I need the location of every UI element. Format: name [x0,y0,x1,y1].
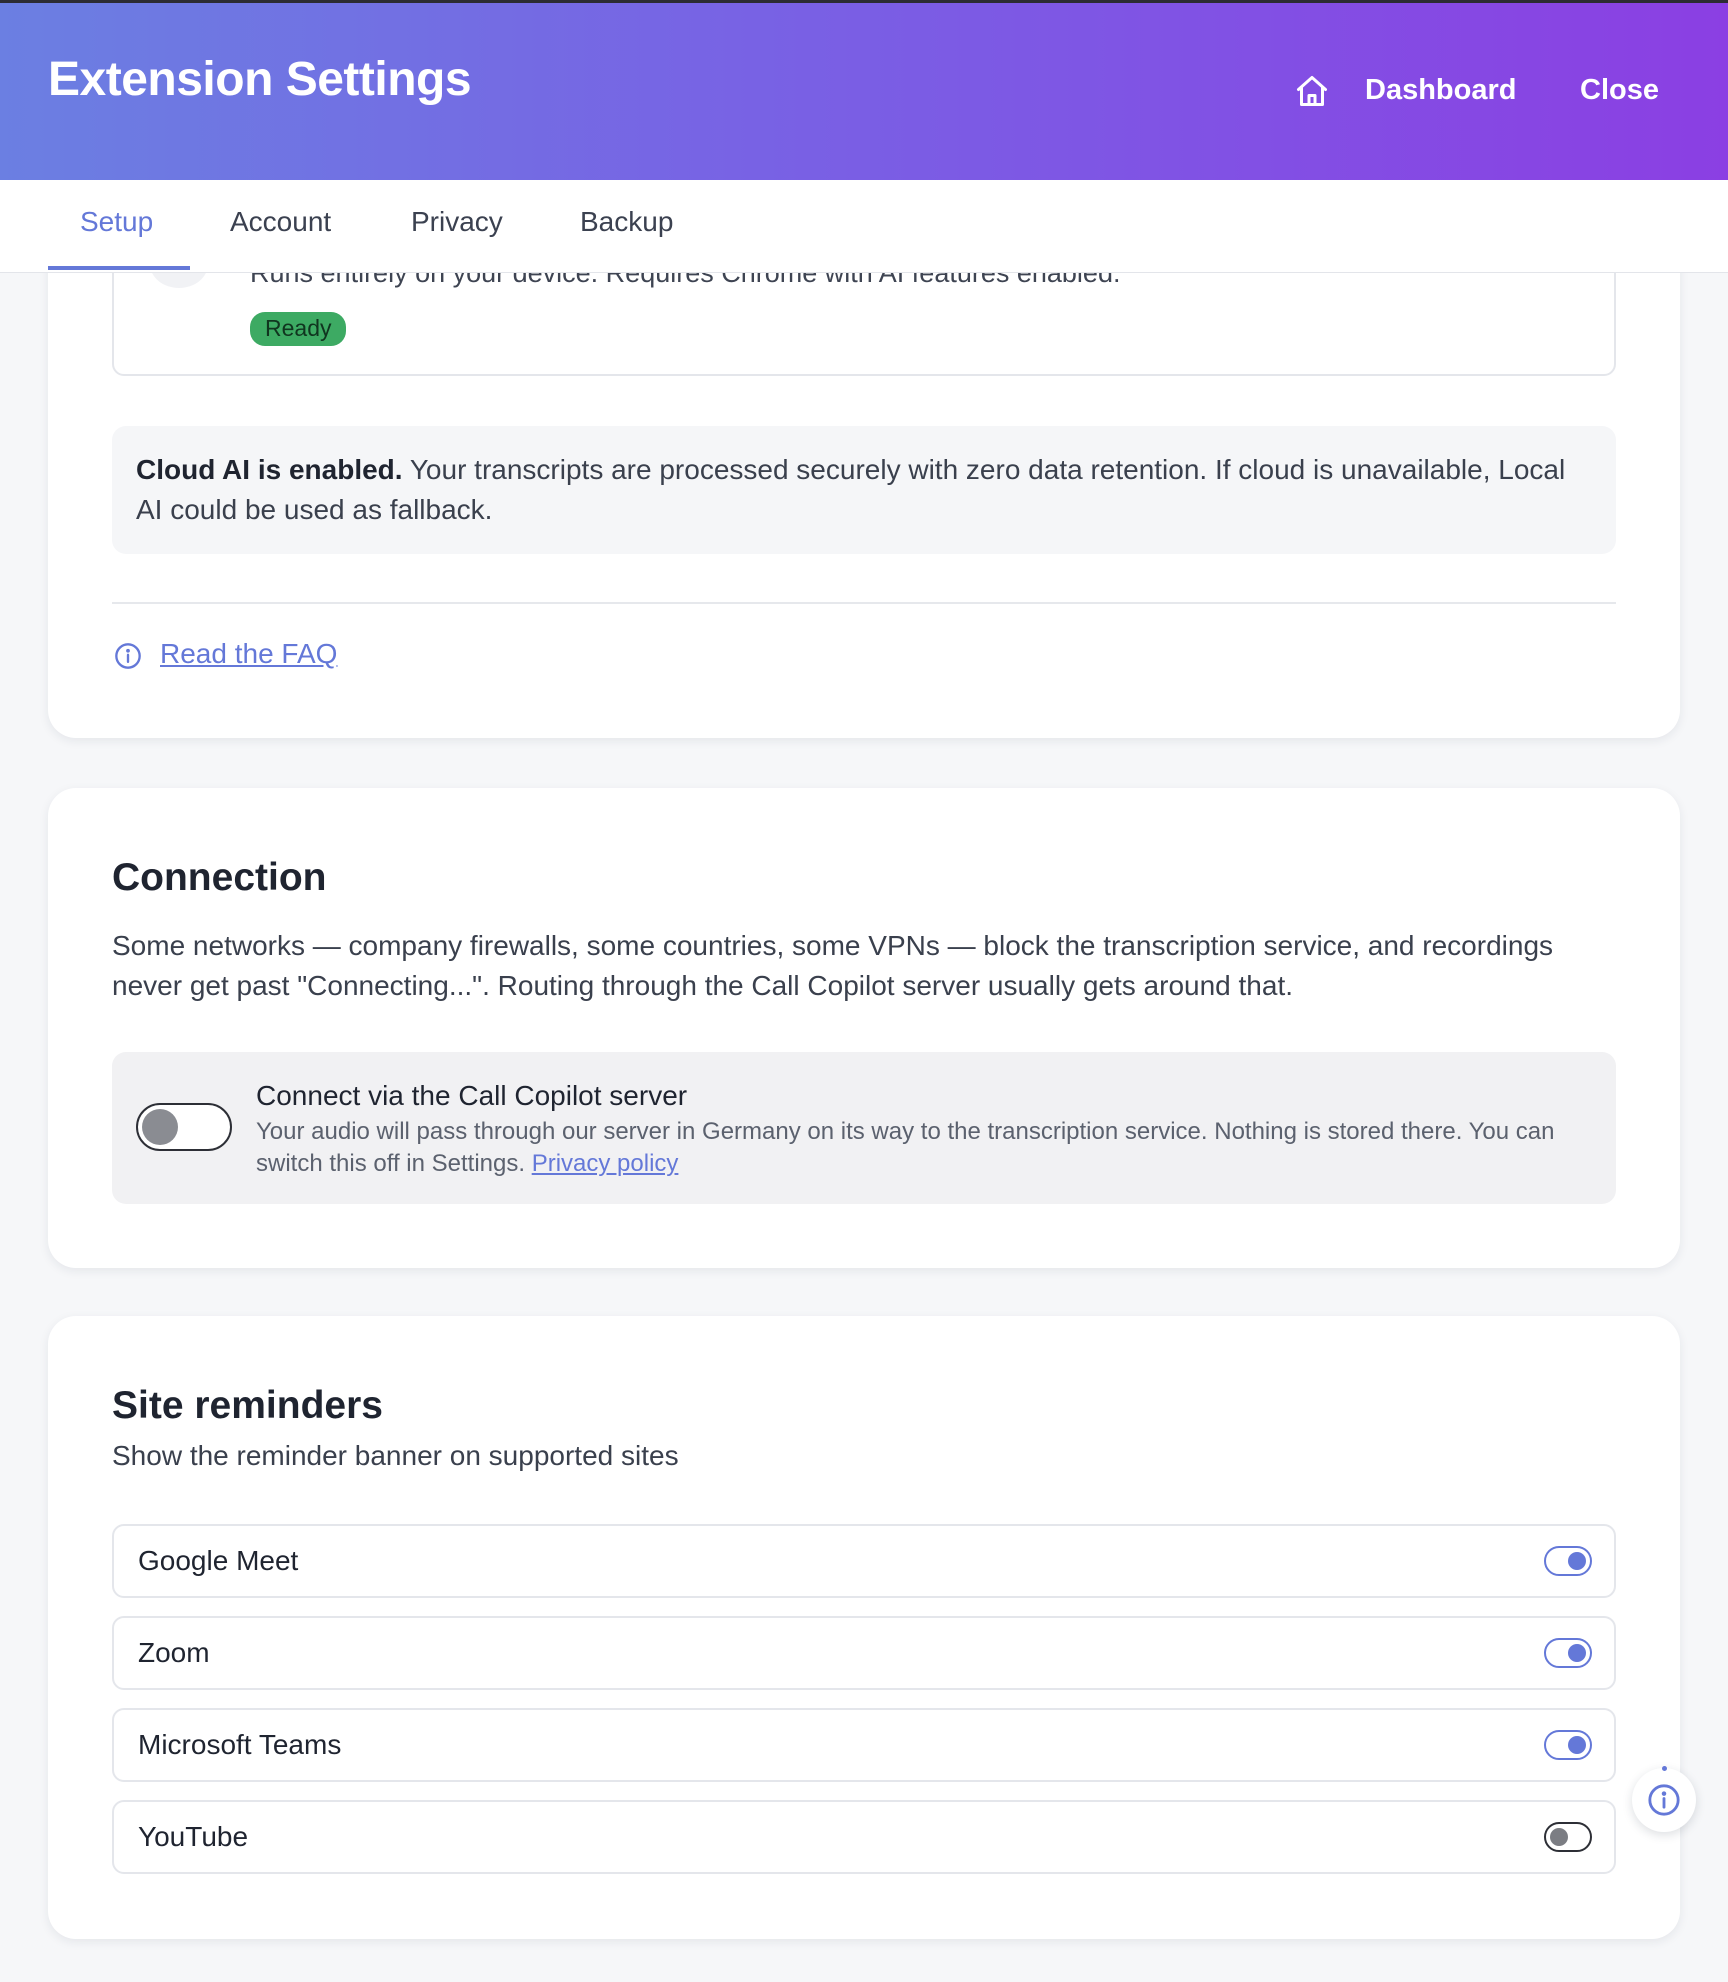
info-circle-icon [1648,1784,1680,1816]
settings-tabs: Setup Account Privacy Backup [0,180,1728,273]
divider [112,602,1616,604]
tab-backup[interactable]: Backup [580,206,673,238]
close-button[interactable]: Close [1580,74,1659,107]
proxy-title: Connect via the Call Copilot server [256,1080,688,1111]
toggle-knob [1568,1644,1586,1662]
site-label: Microsoft Teams [138,1729,342,1760]
tab-privacy[interactable]: Privacy [411,206,503,238]
site-row-microsoft-teams: Microsoft Teams [112,1708,1616,1782]
site-label: YouTube [138,1821,249,1852]
status-badge: Ready [250,312,347,346]
app-header: Extension Settings Dashboard Close [0,0,1728,180]
site-row-youtube: YouTube [112,1800,1616,1874]
privacy-policy-link[interactable]: Privacy policy [532,1150,679,1177]
cloud-ai-notice: Cloud AI is enabled. Your transcripts ar… [112,426,1616,554]
toggle-knob [142,1109,178,1145]
toggle-knob [1568,1736,1586,1754]
site-label: Google Meet [138,1545,299,1576]
help-button[interactable] [1632,1766,1696,1832]
active-tab-indicator [48,266,190,270]
page-title: Extension Settings [48,53,472,106]
youtube-toggle[interactable] [1544,1822,1592,1852]
site-row-google-meet: Google Meet [112,1524,1616,1598]
connection-description: Some networks — company firewalls, some … [112,930,1554,1001]
cloud-notice-bold: Cloud AI is enabled. [136,454,403,485]
home-icon[interactable] [1294,73,1330,109]
microsoft-teams-toggle[interactable] [1544,1730,1592,1760]
connection-title: Connection [112,856,327,899]
proxy-description: Your audio will pass through our server … [256,1116,1596,1180]
toggle-knob [1568,1552,1586,1570]
google-meet-toggle[interactable] [1544,1546,1592,1576]
zoom-toggle[interactable] [1544,1638,1592,1668]
site-label: Zoom [138,1637,210,1668]
proxy-description-text: Your audio will pass through our server … [256,1118,1555,1177]
dashboard-link[interactable]: Dashboard [1365,74,1516,107]
window-top-border [0,0,1728,3]
notification-dot [1662,1766,1667,1771]
site-reminders-title: Site reminders [112,1384,383,1427]
toggle-knob [1550,1828,1568,1846]
tab-account[interactable]: Account [230,206,331,238]
tab-setup[interactable]: Setup [80,206,153,238]
info-circle-icon [115,643,141,669]
proxy-toggle[interactable] [136,1103,232,1151]
site-reminders-subtitle: Show the reminder banner on supported si… [112,1440,679,1471]
faq-link[interactable]: Read the FAQ [160,638,337,670]
site-row-zoom: Zoom [112,1616,1616,1690]
